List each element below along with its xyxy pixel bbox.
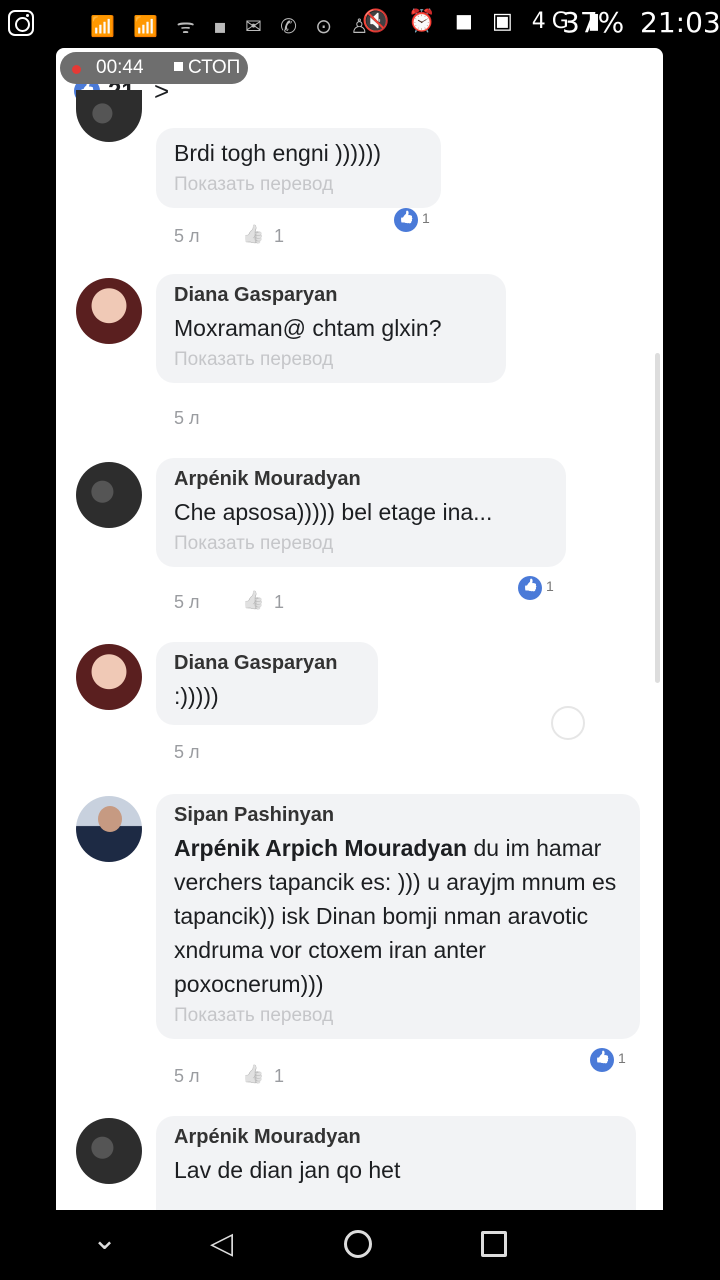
avatar[interactable] — [76, 1118, 142, 1184]
recording-dot-icon — [72, 65, 81, 74]
comment-age: 5 л — [174, 742, 200, 762]
comment-age: 5 л — [174, 592, 200, 612]
instagram-icon — [8, 10, 34, 36]
stop-label: СТОП — [188, 57, 241, 78]
comment-author[interactable]: Arpénik Mouradyan — [174, 468, 548, 491]
comment-bubble[interactable]: Diana Gasparyan :))))) — [156, 642, 378, 725]
navigation-bar: ⌄ ◁ — [0, 1210, 720, 1280]
home-button[interactable] — [344, 1230, 372, 1258]
like-button-icon[interactable]: 👍 — [242, 1064, 264, 1085]
comment-text: Brdi togh engni )))))) — [174, 140, 382, 166]
chevron-down-icon[interactable]: ⌄ — [92, 1222, 117, 1257]
show-translation-link[interactable]: Показать перевод — [174, 174, 423, 196]
stop-recording-button[interactable]: СТОП — [174, 57, 240, 79]
avatar[interactable] — [76, 796, 142, 862]
comment-age: 5 л — [174, 408, 200, 428]
avatar[interactable] — [76, 644, 142, 710]
comment-text: Arpénik Arpich Mouradyan du im hamar ver… — [174, 831, 622, 1001]
reaction-count: 1 — [546, 578, 554, 594]
clock: 21:03 — [640, 6, 720, 39]
like-button-icon[interactable]: 👍 — [242, 224, 264, 245]
mention-link[interactable]: Arpénik Arpich Mouradyan — [174, 835, 467, 861]
comment-text: :))))) — [174, 683, 219, 709]
reaction-count: 1 — [618, 1050, 626, 1066]
like-icon — [518, 576, 542, 600]
show-translation-link[interactable]: Показать перевод — [174, 533, 548, 555]
comment-text: Che apsosa))))) bel etage ina... — [174, 499, 493, 525]
like-icon — [590, 1048, 614, 1072]
battery-level: 37% — [562, 6, 625, 39]
avatar[interactable] — [76, 462, 142, 528]
avatar[interactable] — [76, 278, 142, 344]
reaction-count: 1 — [422, 210, 430, 226]
stop-icon — [174, 62, 183, 71]
comment-text: Moxraman@ chtam glxin? — [174, 315, 442, 341]
like-count: 1 — [274, 226, 285, 246]
recents-button[interactable] — [481, 1231, 507, 1257]
show-translation-link[interactable]: Показать перевод — [174, 1005, 622, 1027]
status-bar: 📶 📶 ᯤ ▪ ✉ ✆ ⊙ ♙ 🔇 ⏰ ◼ ▣ 4G ▮ 37% 21:03 — [0, 0, 720, 48]
loading-spinner-icon — [551, 706, 585, 740]
comment-bubble[interactable]: Arpénik Mouradyan Che apsosa))))) bel et… — [156, 458, 566, 567]
comment-bubble[interactable]: Brdi togh engni )))))) Показать перевод — [156, 128, 441, 208]
comment-bubble[interactable]: Arpénik Mouradyan Lav de dian jan qo het — [156, 1116, 636, 1210]
notification-icons: 📶 📶 ᯤ ▪ ✉ ✆ ⊙ ♙ — [90, 14, 375, 38]
screen-recorder-bar[interactable]: 00:44 СТОП — [60, 52, 248, 84]
like-icon — [394, 208, 418, 232]
back-button[interactable]: ◁ — [210, 1226, 233, 1261]
comment-author[interactable]: Sipan Pashinyan — [174, 804, 622, 827]
comment-age: 5 л — [174, 226, 200, 246]
avatar[interactable] — [76, 90, 142, 142]
comment-text: Lav de dian jan qo het — [174, 1157, 401, 1183]
comments-screen: 21 > 00:44 СТОП Brdi togh engni )))))) П… — [56, 48, 663, 1210]
recording-time: 00:44 — [96, 57, 144, 78]
like-count: 1 — [274, 592, 285, 612]
comment-bubble[interactable]: Sipan Pashinyan Arpénik Arpich Mouradyan… — [156, 794, 640, 1039]
comment-author[interactable]: Arpénik Mouradyan — [174, 1126, 618, 1149]
like-button-icon[interactable]: 👍 — [242, 590, 264, 611]
comment-author[interactable]: Diana Gasparyan — [174, 652, 360, 675]
show-translation-link[interactable]: Показать перевод — [174, 349, 488, 371]
like-count: 1 — [274, 1066, 285, 1086]
comment-bubble[interactable]: Diana Gasparyan Moxraman@ chtam glxin? П… — [156, 274, 506, 383]
comment-age: 5 л — [174, 1066, 200, 1086]
scrollbar[interactable] — [655, 353, 660, 683]
comment-author[interactable]: Diana Gasparyan — [174, 284, 488, 307]
